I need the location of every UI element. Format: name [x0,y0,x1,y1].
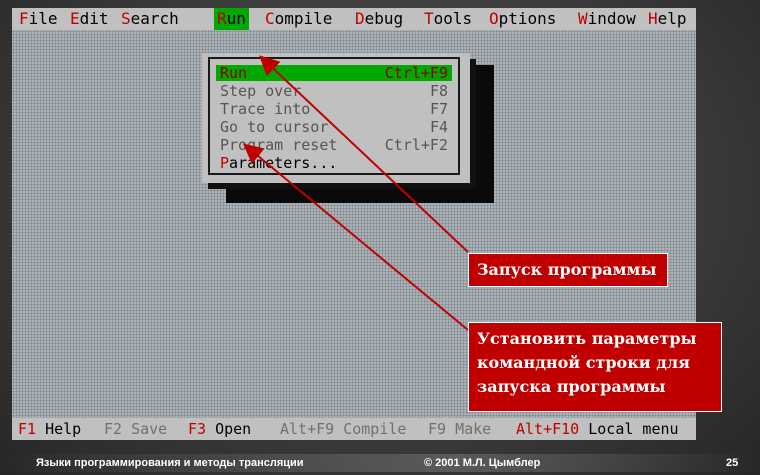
run-menu-item-trace-into[interactable]: Trace into F7 [216,101,452,117]
callout-set-parameters: Установить параметры командной строки дл… [468,322,722,412]
menu-bar: File Edit Search Run Compile Debug Tools… [12,8,696,30]
menu-search[interactable]: Search [118,8,182,30]
menu-debug[interactable]: Debug [352,8,406,30]
run-menu-dropdown: Run Ctrl+F9 Step over F8 Trace into F7 Go t… [202,53,470,183]
status-f2-save[interactable]: F2 Save [104,418,167,440]
menu-window[interactable]: Window [575,8,639,30]
menu-file[interactable]: File [16,8,61,30]
dropdown-frame: Run Ctrl+F9 Step over F8 Trace into F7 Go t… [208,57,460,175]
menu-options[interactable]: Options [486,8,559,30]
run-menu-item-run[interactable]: Run Ctrl+F9 [216,65,452,81]
run-menu-item-parameters[interactable]: Parameters... [216,155,452,171]
menu-help[interactable]: Help [645,8,690,30]
menu-run[interactable]: Run [214,8,249,30]
status-f3-open[interactable]: F3 Open [188,418,251,440]
slide-footer: Языки программирования и методы трансляц… [0,448,760,475]
menu-tools[interactable]: Tools [421,8,475,30]
status-f9-make[interactable]: F9 Make [428,418,491,440]
run-menu-item-step-over[interactable]: Step over F8 [216,83,452,99]
callout-run-program: Запуск программы [468,253,668,287]
menu-edit[interactable]: Edit [67,8,112,30]
run-menu-item-go-to-cursor[interactable]: Go to cursor F4 [216,119,452,135]
status-bar: F1 Help F2 Save F3 Open Alt+F9 Compile F… [12,418,696,440]
footer-page-number: 25 [726,457,739,469]
run-menu-item-program-reset[interactable]: Program reset Ctrl+F2 [216,137,452,153]
footer-course-title: Языки программирования и методы трансляц… [36,457,304,469]
status-f1-help[interactable]: F1 Help [18,418,81,440]
status-alt-f10-local-menu[interactable]: Alt+F10 Local menu [516,418,679,440]
footer-copyright: © 2001 М.Л. Цымблер [424,457,541,469]
menu-compile[interactable]: Compile [262,8,335,30]
status-alt-f9-compile[interactable]: Alt+F9 Compile [280,418,406,440]
